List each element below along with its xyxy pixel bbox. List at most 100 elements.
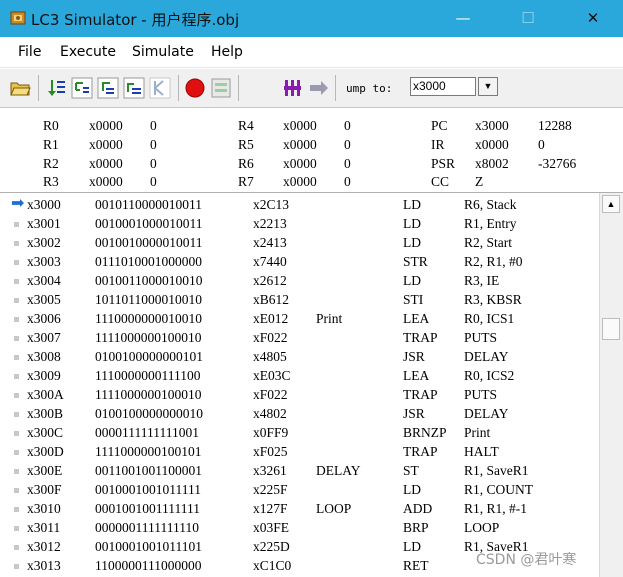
finish-icon[interactable] xyxy=(149,77,171,99)
breakpoint-marker[interactable] xyxy=(14,431,19,436)
row-binary: 0000111111111001 xyxy=(95,425,199,440)
breakpoint-marker[interactable] xyxy=(14,260,19,265)
jump-to-dropdown-arrow[interactable]: ▼ xyxy=(478,77,498,96)
reg-r3-name: R3 xyxy=(43,174,59,189)
reg-r6-name: R6 xyxy=(238,156,254,171)
minimize-button[interactable]: — xyxy=(440,0,486,37)
row-opcode: BRNZP xyxy=(403,425,447,440)
row-address: x3010 xyxy=(27,501,61,516)
row-binary: 0011001001100001 xyxy=(95,463,202,478)
row-opcode: LD xyxy=(403,273,421,288)
code-row[interactable]: x300C 0000111111111001 x0FF9 BRNZP Print xyxy=(0,423,598,442)
code-row[interactable]: x3006 1110000000010010 xE012 Print LEA R0, IC… xyxy=(0,309,598,328)
menu-execute[interactable]: Execute xyxy=(60,44,116,60)
reg-r4-hex: x0000 xyxy=(283,118,317,133)
breakpoint-marker[interactable] xyxy=(14,507,19,512)
row-opcode: TRAP xyxy=(403,387,438,402)
breakpoint-marker[interactable] xyxy=(14,222,19,227)
breakpoint-marker[interactable] xyxy=(14,374,19,379)
row-hex: xE03C xyxy=(253,368,291,383)
code-row[interactable]: x3001 0010001000010011 x2213 LD R1, Entry xyxy=(0,214,598,233)
code-row[interactable]: x3005 1011011000010010 xB612 STI R3, KBSR xyxy=(0,290,598,309)
reg-r2-dec: 0 xyxy=(150,156,157,171)
open-folder-icon[interactable] xyxy=(9,77,31,99)
row-binary: 0001001001111111 xyxy=(95,501,200,516)
code-row[interactable]: x300F 0010001001011111 x225F LD R1, COUNT xyxy=(0,480,598,499)
row-operands: R3, IE xyxy=(464,273,500,288)
row-hex: x0FF9 xyxy=(253,425,289,440)
row-address: x3006 xyxy=(27,311,61,326)
row-opcode: ST xyxy=(403,463,419,478)
code-row[interactable]: x3008 0100100000000101 x4805 JSR DELAY xyxy=(0,347,598,366)
row-address: x300C xyxy=(27,425,64,440)
title-bar[interactable]: LC3 Simulator - 用户程序.obj — ☐ ✕ xyxy=(0,0,623,37)
breakpoint-icon[interactable] xyxy=(210,77,232,99)
row-opcode: LEA xyxy=(403,368,430,383)
reg-cc-name: CC xyxy=(431,174,450,189)
code-row[interactable]: x3009 1110000000111100 xE03C LEA R0, ICS2 xyxy=(0,366,598,385)
breakpoint-marker[interactable] xyxy=(14,450,19,455)
breakpoint-marker[interactable] xyxy=(14,355,19,360)
code-row[interactable]: x300A 1111000000100010 xF022 TRAP PUTS xyxy=(0,385,598,404)
jump-to-input[interactable]: x3000 xyxy=(410,77,476,96)
row-operands: PUTS xyxy=(464,330,498,345)
breakpoint-marker[interactable] xyxy=(14,279,19,284)
breakpoint-marker[interactable] xyxy=(14,317,19,322)
breakpoint-marker[interactable] xyxy=(14,545,19,550)
close-button[interactable]: ✕ xyxy=(570,0,616,37)
reg-r6-dec: 0 xyxy=(344,156,351,171)
breakpoint-marker[interactable] xyxy=(14,298,19,303)
code-row[interactable]: x300B 0100100000000010 x4802 JSR DELAY xyxy=(0,404,598,423)
code-row[interactable]: x3011 0000001111111110 x03FE BRP LOOP xyxy=(0,518,598,537)
code-row[interactable]: x3002 0010010000010011 x2413 LD R2, Start xyxy=(0,233,598,252)
scroll-up-arrow[interactable]: ▲ xyxy=(602,195,620,213)
toolbar-separator xyxy=(335,75,336,101)
arrow-right-icon[interactable] xyxy=(308,77,330,99)
row-opcode: STR xyxy=(403,254,428,269)
reg-r2-name: R2 xyxy=(43,156,59,171)
step-into-icon[interactable] xyxy=(71,77,93,99)
row-address: x300A xyxy=(27,387,64,402)
registers-panel: R0 x0000 0 R1 x0000 0 R2 x0000 0 R3 x000… xyxy=(0,108,623,193)
row-hex: xE012 xyxy=(253,311,289,326)
menu-file[interactable]: File xyxy=(18,44,41,60)
code-row[interactable]: x300D 1111000000100101 xF025 TRAP HALT xyxy=(0,442,598,461)
code-row[interactable]: x3007 1111000000100010 xF022 TRAP PUTS xyxy=(0,328,598,347)
breakpoint-marker[interactable] xyxy=(14,393,19,398)
row-address: x3013 xyxy=(27,558,61,573)
step-out-icon[interactable] xyxy=(97,77,119,99)
code-row[interactable]: x3010 0001001001111111 x127F LOOP ADD R1, R1,… xyxy=(0,499,598,518)
breakpoint-marker[interactable] xyxy=(14,336,19,341)
row-address: x3001 xyxy=(27,216,61,231)
row-hex: x2612 xyxy=(253,273,287,288)
run-to-icon[interactable] xyxy=(123,77,145,99)
breakpoint-marker[interactable] xyxy=(14,469,19,474)
row-binary: 0000001111111110 xyxy=(95,520,199,535)
row-operands: R1, COUNT xyxy=(464,482,534,497)
code-row[interactable]: x300E 0011001001100001 x3261 DELAY ST R1, Sav… xyxy=(0,461,598,480)
memory-icon[interactable] xyxy=(282,77,304,99)
vertical-scrollbar[interactable]: ▲ xyxy=(599,193,623,577)
maximize-button[interactable]: ☐ xyxy=(505,0,551,37)
row-binary: 0010011000010010 xyxy=(95,273,203,288)
row-binary: 0010010000010011 xyxy=(95,235,203,250)
row-opcode: RET xyxy=(403,558,429,573)
row-operands: DELAY xyxy=(464,406,509,421)
row-binary: 1111000000100010 xyxy=(95,387,202,402)
row-address: x3008 xyxy=(27,349,61,364)
menu-simulate[interactable]: Simulate xyxy=(132,44,194,60)
menu-help[interactable]: Help xyxy=(211,44,243,60)
code-row[interactable]: x3003 0111010001000000 x7440 STR R2, R1, #0 xyxy=(0,252,598,271)
breakpoint-marker[interactable] xyxy=(14,526,19,531)
scroll-thumb[interactable] xyxy=(602,318,620,340)
app-icon xyxy=(10,11,26,25)
code-row[interactable]: x3004 0010011000010010 x2612 LD R3, IE xyxy=(0,271,598,290)
breakpoint-marker[interactable] xyxy=(14,564,19,569)
stop-icon[interactable] xyxy=(184,77,206,99)
step-over-icon[interactable] xyxy=(45,77,67,99)
breakpoint-marker[interactable] xyxy=(14,412,19,417)
breakpoint-marker[interactable] xyxy=(14,241,19,246)
breakpoint-marker[interactable] xyxy=(14,488,19,493)
row-address: x3011 xyxy=(27,520,61,535)
code-row[interactable]: ➡ x3000 0010110000010011 x2C13 LD R6, Stack xyxy=(0,195,598,214)
